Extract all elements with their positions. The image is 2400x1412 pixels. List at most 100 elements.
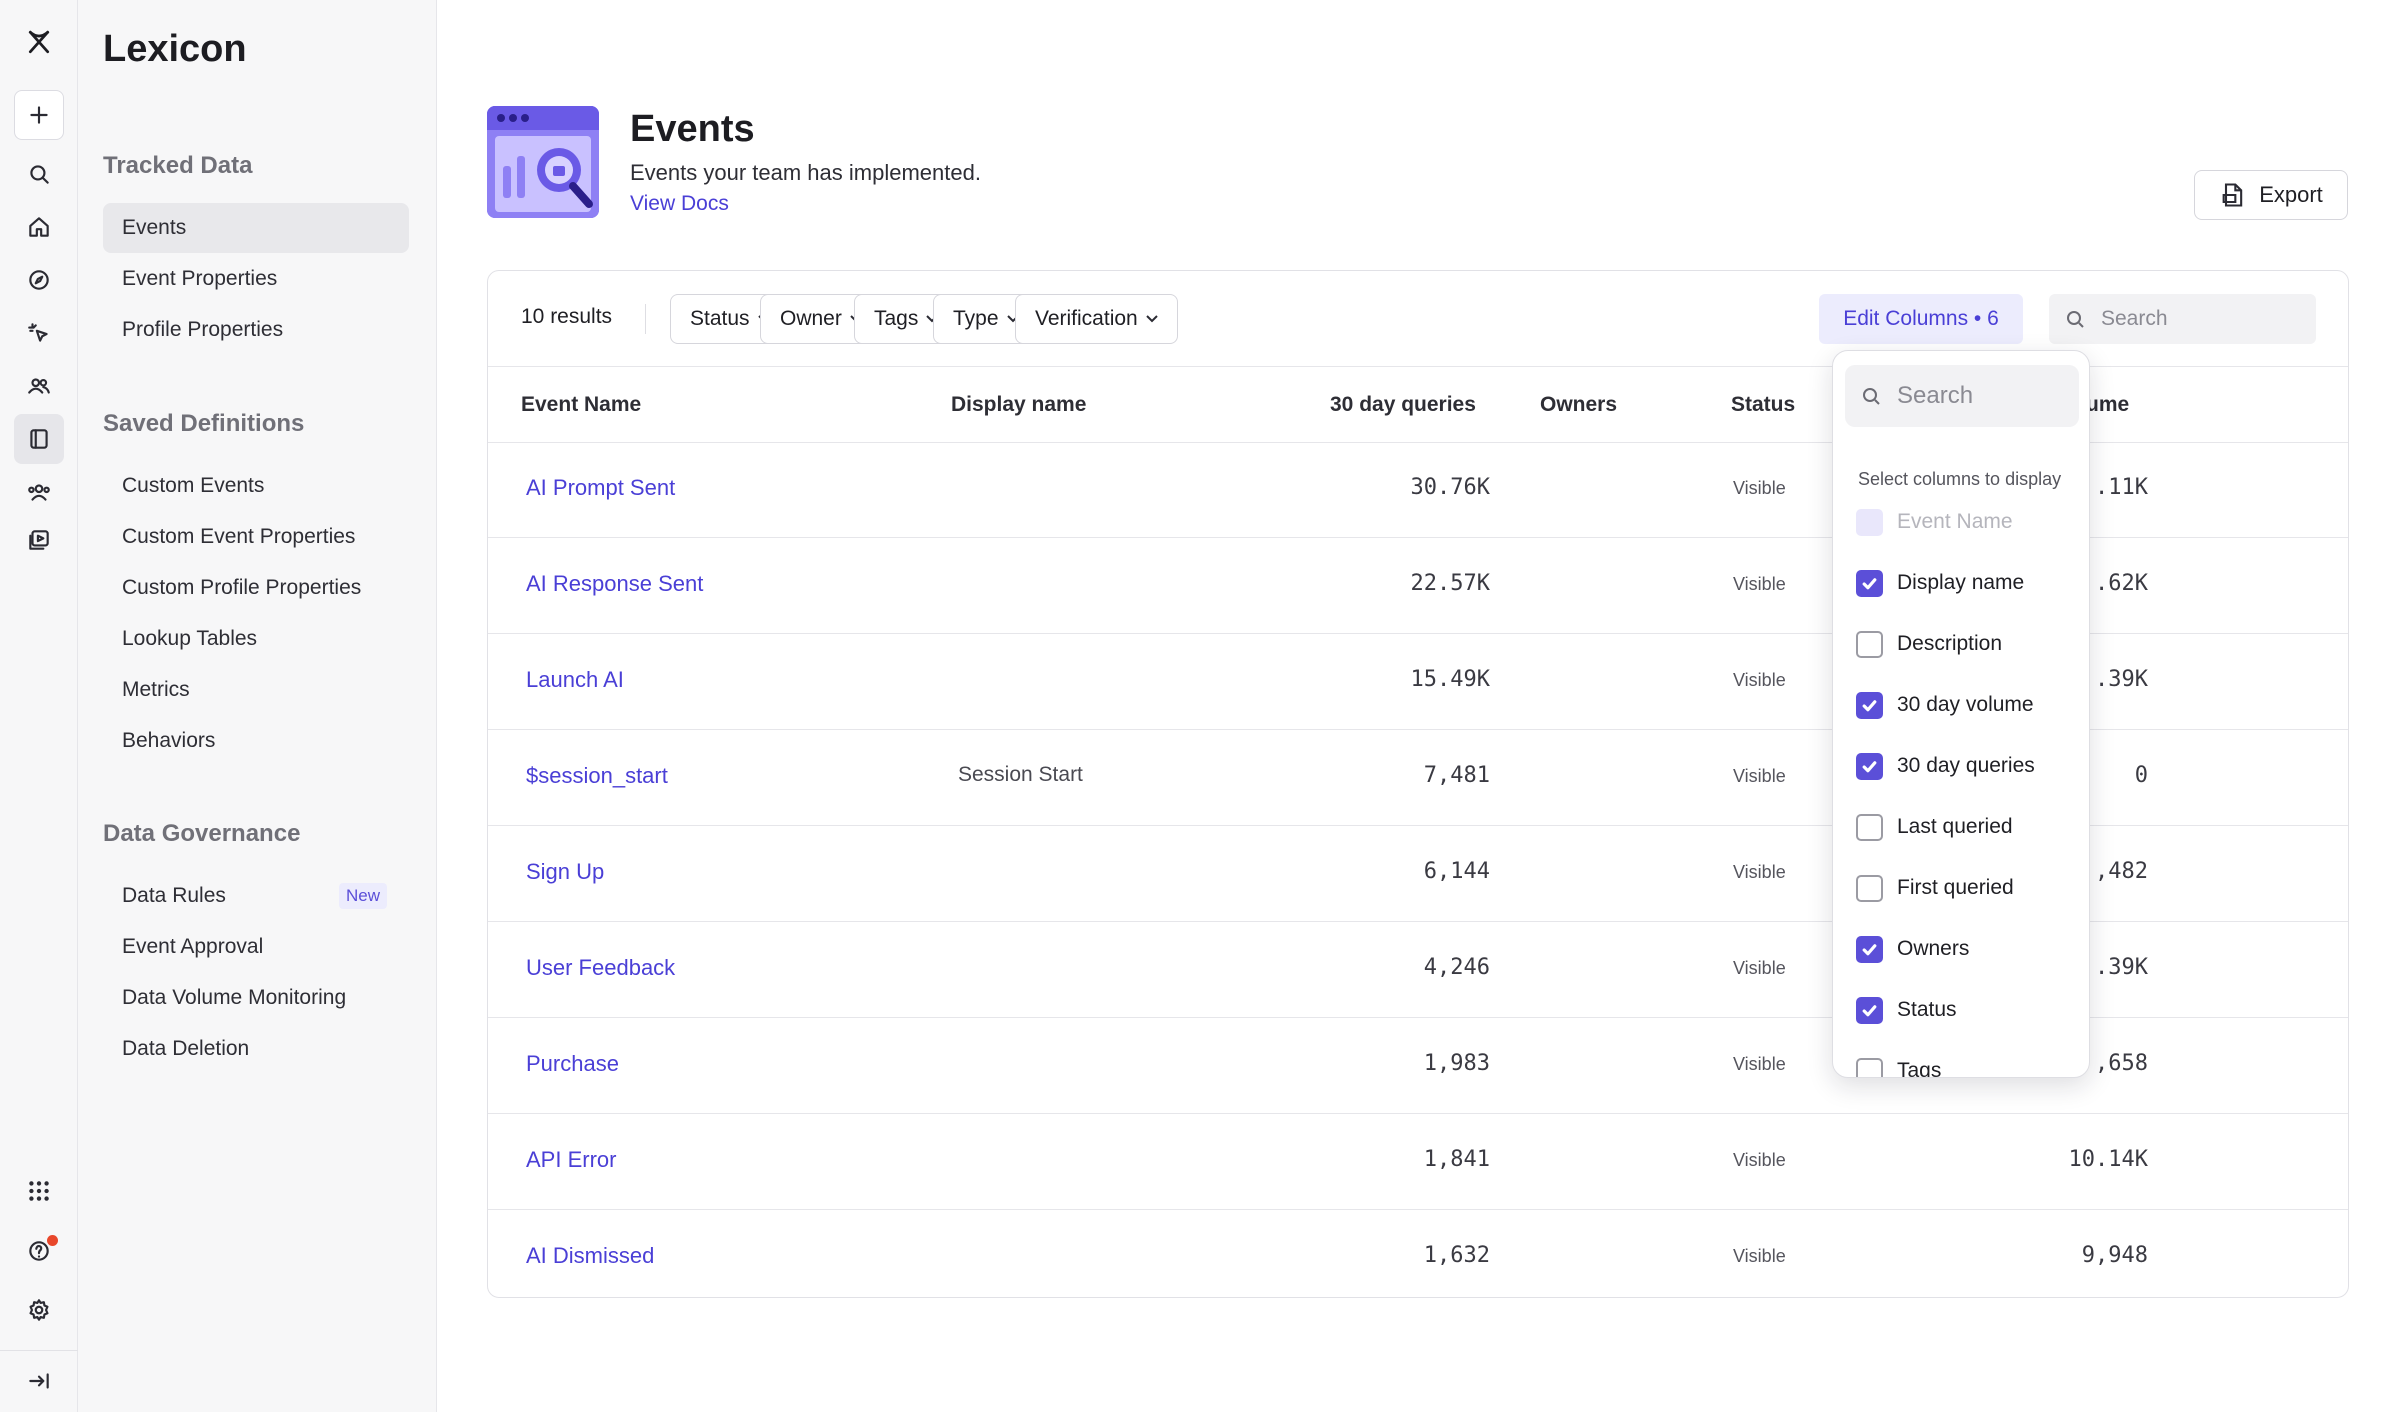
sidebar-item-data-deletion[interactable]: Data Deletion: [103, 1024, 409, 1074]
volume-cell: .62K: [2095, 571, 2148, 596]
column-option[interactable]: Owners: [1856, 934, 1969, 964]
help-icon[interactable]: [19, 1231, 59, 1271]
queries-cell: 1,983: [1423, 1051, 1490, 1076]
sidebar-item-data-volume-monitoring[interactable]: Data Volume Monitoring: [103, 973, 409, 1023]
status-cell: Visible: [1733, 766, 1786, 786]
queries-cell: 7,481: [1423, 763, 1490, 788]
column-option[interactable]: Description: [1856, 629, 2002, 659]
sidebar-item-metrics[interactable]: Metrics: [103, 665, 409, 715]
compass-icon[interactable]: [19, 260, 59, 300]
events-illustration-icon: [487, 106, 599, 218]
volume-cell: 9,948: [2081, 1243, 2148, 1268]
checkbox[interactable]: [1856, 935, 1883, 963]
event-name-link[interactable]: $session_start: [526, 763, 668, 789]
sidebar-item-label: Metrics: [122, 678, 190, 701]
column-option[interactable]: 30 day volume: [1856, 690, 2034, 720]
column-header-event-name[interactable]: Event Name: [521, 393, 641, 417]
collapse-icon[interactable]: [19, 1361, 59, 1401]
event-name-link[interactable]: AI Response Sent: [526, 571, 703, 597]
video-icon[interactable]: [19, 520, 59, 560]
column-option[interactable]: Display name: [1856, 568, 2024, 598]
sidebar-item-custom-events[interactable]: Custom Events: [103, 461, 409, 511]
event-name-link[interactable]: Launch AI: [526, 667, 624, 693]
column-header-30-day-queries[interactable]: 30 day queries: [1330, 393, 1476, 417]
checkbox[interactable]: [1856, 569, 1883, 597]
column-option-label: Owners: [1897, 937, 1970, 960]
column-option[interactable]: 30 day queries: [1856, 751, 2035, 781]
export-label: Export: [2259, 182, 2323, 207]
sidebar-item-event-approval[interactable]: Event Approval: [103, 922, 409, 972]
apps-grid-icon[interactable]: [19, 1171, 59, 1211]
column-search-input[interactable]: Search: [1845, 365, 2079, 427]
volume-cell: .39K: [2095, 667, 2148, 692]
export-button[interactable]: Export: [2194, 170, 2348, 220]
sidebar-item-events[interactable]: Events: [103, 203, 409, 253]
plus-icon[interactable]: [14, 90, 64, 140]
home-icon[interactable]: [19, 207, 59, 247]
sidebar-item-event-properties[interactable]: Event Properties: [103, 254, 409, 304]
logo-icon[interactable]: [19, 22, 59, 62]
column-option[interactable]: First queried: [1856, 873, 2014, 903]
event-name-link[interactable]: AI Prompt Sent: [526, 475, 675, 501]
table-row[interactable]: API Error 1,841 Visible 10.14K: [488, 1115, 2348, 1210]
sidebar-item-profile-properties[interactable]: Profile Properties: [103, 305, 409, 355]
column-header-owners[interactable]: Owners: [1540, 393, 1617, 417]
event-name-link[interactable]: User Feedback: [526, 955, 675, 981]
filter-verification[interactable]: Verification: [1015, 294, 1178, 344]
queries-cell: 15.49K: [1410, 667, 1490, 692]
checkbox: [1856, 508, 1883, 536]
checkbox[interactable]: [1856, 874, 1883, 902]
event-name-link[interactable]: Sign Up: [526, 859, 604, 885]
toolbar-divider: [645, 304, 646, 334]
volume-cell: 10.14K: [2068, 1147, 2148, 1172]
checkbox[interactable]: [1856, 813, 1883, 841]
sidebar-item-data-rules[interactable]: Data Rules New: [103, 871, 409, 921]
sidebar-item-custom-profile-properties[interactable]: Custom Profile Properties: [103, 563, 409, 613]
sparkle-cursor-icon[interactable]: [19, 313, 59, 353]
display-name-cell: Session Start: [958, 763, 1083, 786]
icon-rail: [0, 0, 78, 1412]
sidebar-item-label: Behaviors: [122, 729, 216, 752]
checkbox[interactable]: [1856, 752, 1883, 780]
volume-cell: 0: [2134, 763, 2148, 788]
checkbox[interactable]: [1856, 691, 1883, 719]
sidebar-item-label: Profile Properties: [122, 318, 284, 341]
team-icon[interactable]: [19, 472, 59, 512]
sidebar-item-custom-event-properties[interactable]: Custom Event Properties: [103, 512, 409, 562]
lexicon-book-icon[interactable]: [14, 414, 64, 464]
column-header-30-day-volume[interactable]: ume: [2086, 393, 2129, 417]
status-cell: Visible: [1733, 862, 1786, 882]
sidebar-item-label: Event Approval: [122, 935, 264, 958]
column-header-status[interactable]: Status: [1731, 393, 1795, 417]
edit-columns-button[interactable]: Edit Columns • 6: [1819, 294, 2023, 344]
table-row[interactable]: AI Dismissed 1,632 Visible 9,948: [488, 1211, 2348, 1297]
search-icon[interactable]: [19, 154, 59, 194]
users-icon[interactable]: [19, 366, 59, 406]
status-cell: Visible: [1733, 1246, 1786, 1266]
filter-label: Tags: [874, 307, 919, 330]
status-cell: Visible: [1733, 670, 1786, 690]
column-option: Event Name: [1856, 507, 2013, 537]
sidebar-item-behaviors[interactable]: Behaviors: [103, 716, 409, 766]
view-docs-link[interactable]: View Docs: [630, 192, 729, 216]
table-search-input[interactable]: Search: [2049, 294, 2316, 344]
volume-cell: .39K: [2095, 955, 2148, 980]
notification-dot: [47, 1235, 58, 1246]
event-name-link[interactable]: Purchase: [526, 1051, 619, 1077]
event-name-link[interactable]: API Error: [526, 1147, 616, 1173]
sidebar-item-lookup-tables[interactable]: Lookup Tables: [103, 614, 409, 664]
event-name-link[interactable]: AI Dismissed: [526, 1243, 654, 1269]
column-option[interactable]: Tags: [1856, 1056, 1941, 1077]
column-option[interactable]: Status: [1856, 995, 1957, 1025]
column-header-display-name[interactable]: Display name: [951, 393, 1086, 417]
checkbox[interactable]: [1856, 630, 1883, 658]
page-subtitle: Events your team has implemented.: [630, 160, 981, 185]
checkbox[interactable]: [1856, 996, 1883, 1024]
volume-cell: ,482: [2095, 859, 2148, 884]
results-count: 10 results: [521, 305, 613, 328]
settings-icon[interactable]: [19, 1290, 59, 1330]
column-option-label: Last queried: [1897, 815, 2013, 838]
status-cell: Visible: [1733, 574, 1786, 594]
column-option[interactable]: Last queried: [1856, 812, 2013, 842]
checkbox[interactable]: [1856, 1057, 1883, 1077]
